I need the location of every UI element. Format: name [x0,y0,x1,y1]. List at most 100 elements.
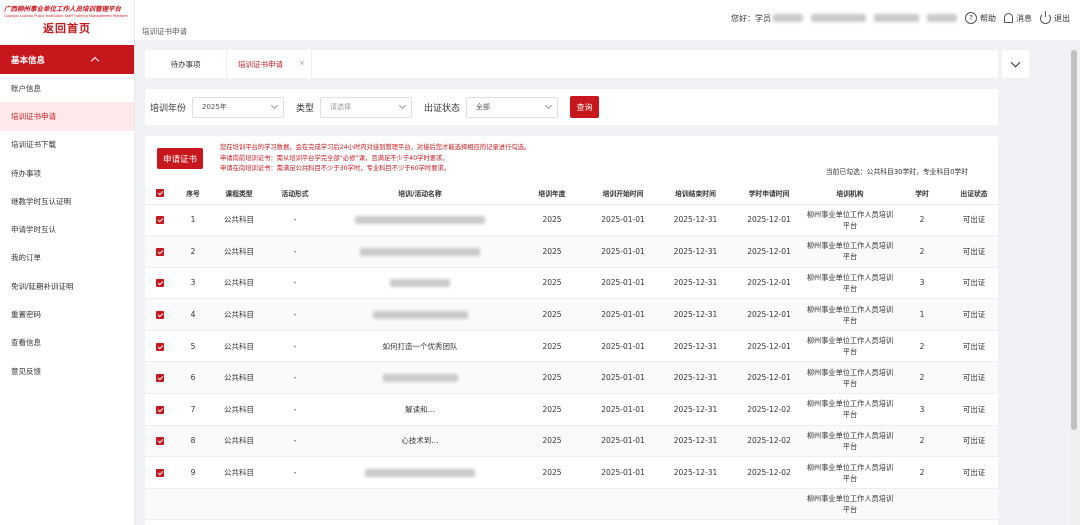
row-checkbox[interactable] [145,267,175,300]
help-button[interactable]: ? 帮助 [965,12,996,24]
certificate-status: 可出证 [950,361,998,395]
table-row[interactable]: 1 公共科目 - 2025 2025-01-01 2025-12-31 2025-12-01… [145,204,998,237]
row-checkbox[interactable] [145,204,175,237]
row-checkbox[interactable] [145,425,175,458]
close-icon[interactable]: × [299,59,305,67]
table-row[interactable]: 2 公共科目 - 2025 2025-01-01 2025-12-31 2025-12-01… [145,235,998,268]
logout-button[interactable]: 退出 [1040,10,1070,24]
query-button[interactable]: 查询 [570,96,600,118]
course-type-text: 公共科目 [224,341,254,351]
hours-text: 3 [919,278,925,288]
row-checkbox[interactable] [145,361,175,395]
hours: 2 [894,235,950,268]
table-row[interactable]: 6 公共科目 - 2025 2025-01-01 2025-12-31 2025-12-01… [145,361,998,395]
row-checkbox[interactable] [145,330,175,363]
training-year [517,488,587,521]
sidebar-item[interactable]: 申请学时互认 [0,215,134,243]
tab-certificate-apply[interactable]: 培训证书申请 × [227,50,312,78]
redacted-name [390,279,450,288]
table-row[interactable]: 9 公共科目 - 2025 2025-01-01 2025-12-31 2025-12-02… [145,456,998,489]
page-scrollbar[interactable] [1070,44,1078,525]
sidebar-item[interactable]: 重置密码 [0,300,134,328]
certificate-status-text: 可出证 [962,246,986,256]
row-number: 4 [175,298,211,331]
start-date-text: 2025-01-01 [601,373,645,383]
year-value: 2025年 [202,103,227,111]
content-panel: 申请证书 您在培训平台的学习数据，会在完成学习后24小时内对接到管理平台，对接后… [145,136,998,525]
row-number-text: 9 [190,468,196,478]
apply-date-text: 2025-12-02 [747,468,791,478]
activity-name [323,267,517,300]
tab-dropdown-button[interactable] [1002,50,1029,78]
messages-label: 消息 [1016,13,1032,23]
start-date-text: 2025-01-01 [601,246,645,256]
sidebar-item[interactable]: 继教学时互认证明 [0,187,134,215]
institution: 柳州事业单位工作人员培训平台 [806,298,894,331]
row-checkbox[interactable] [145,456,175,489]
user-area: 您好：学员 ? 帮助 消息 退出 [731,10,1070,24]
status-select[interactable]: 全部 [466,96,559,118]
sidebar-item[interactable]: 培训证书申请 [0,102,134,131]
hours: 2 [894,425,950,458]
institution: 柳州事业单位工作人员培训平台 [806,204,894,237]
institution: 柳州事业单位工作人员培训平台 [806,488,894,521]
sidebar-item-label: 继教学时互认证明 [11,196,71,206]
row-checkbox[interactable] [145,393,175,426]
activity-name [323,456,517,489]
course-type-text: 公共科目 [224,468,254,478]
sidebar-item[interactable]: 账户信息 [0,74,134,102]
sidebar-item[interactable]: 我的订单 [0,244,134,272]
start-date-text: 2025-01-01 [601,310,645,320]
messages-button[interactable]: 消息 [1004,13,1032,24]
institution-text: 柳州事业单位工作人员培训平台 [806,462,894,483]
apply-date: 2025-12-02 [732,393,806,426]
table-row[interactable]: 7 公共科目 - 解读和... 2025 2025-01-01 2025-12-31 2025… [145,393,998,426]
redacted-info [811,14,866,22]
breadcrumb: 培训证书申请 [142,27,187,36]
sidebar-item[interactable]: 查看信息 [0,329,134,357]
training-year: 2025 [517,361,587,395]
table-row[interactable]: 3 公共科目 - 2025 2025-01-01 2025-12-31 2025-12-01… [145,267,998,300]
tab-todo[interactable]: 待办事项 [145,50,227,78]
return-home-link[interactable]: 返回首页 [4,20,130,36]
select-all-checkbox[interactable] [145,182,175,205]
end-date: 2025-12-31 [659,298,732,331]
row-number-text: 2 [190,246,196,256]
type-select[interactable]: 请选择 [320,96,413,118]
sidebar-item-label: 账户信息 [11,83,41,93]
institution-text: 柳州事业单位工作人员培训平台 [806,430,894,451]
activity-form-text: - [293,468,297,478]
hours: 2 [894,361,950,395]
logo[interactable]: 广西柳州事业单位工作人员培训管理平台 Guangxi Liuzhou Publi… [0,0,134,44]
start-date: 2025-01-01 [587,361,659,395]
hours-text: 2 [919,341,925,351]
sidebar-item[interactable]: 培训证书下载 [0,131,134,159]
table-row[interactable]: 4 公共科目 - 2025 2025-01-01 2025-12-31 2025-12-01… [145,298,998,331]
table-row[interactable]: 柳州事业单位工作人员培训平台 [145,488,998,521]
apply-date: 2025-12-01 [732,361,806,395]
row-checkbox[interactable] [145,298,175,331]
records-table: 序号 课程类型 活动形式 培训/活动名称 培训年度 培训开始时间 培训结束时间 … [145,182,998,521]
year-select[interactable]: 2025年 [192,96,285,118]
table-row[interactable]: 5 公共科目 - 如何打造一个优秀团队 2025 2025-01-01 2025-12-31… [145,330,998,363]
end-date [659,488,732,521]
institution: 柳州事业单位工作人员培训平台 [806,393,894,426]
column-header: 培训年度 [517,182,587,205]
sidebar-section-header[interactable]: 基本信息 [0,45,134,74]
row-checkbox[interactable] [145,235,175,268]
hours: 3 [894,267,950,300]
sidebar-item[interactable]: 免训/延期补训证明 [0,272,134,300]
row-number-text: 6 [190,373,196,383]
apply-date-text: 2025-12-01 [747,278,791,288]
sidebar-item[interactable]: 意见反馈 [0,357,134,385]
table-row[interactable]: 8 公共科目 - 心技术到... 2025 2025-01-01 2025-12-31 202… [145,425,998,458]
scrollbar-thumb[interactable] [1071,50,1077,430]
apply-certificate-button[interactable]: 申请证书 [157,148,203,169]
row-checkbox[interactable] [145,488,175,521]
certificate-status: 可出证 [950,298,998,331]
institution-text: 柳州事业单位工作人员培训平台 [806,494,894,515]
column-header: 培训结束时间 [659,182,732,205]
row-number-text: 8 [190,436,196,446]
hours-text: 3 [919,404,925,414]
sidebar-item[interactable]: 待办事项 [0,159,134,187]
